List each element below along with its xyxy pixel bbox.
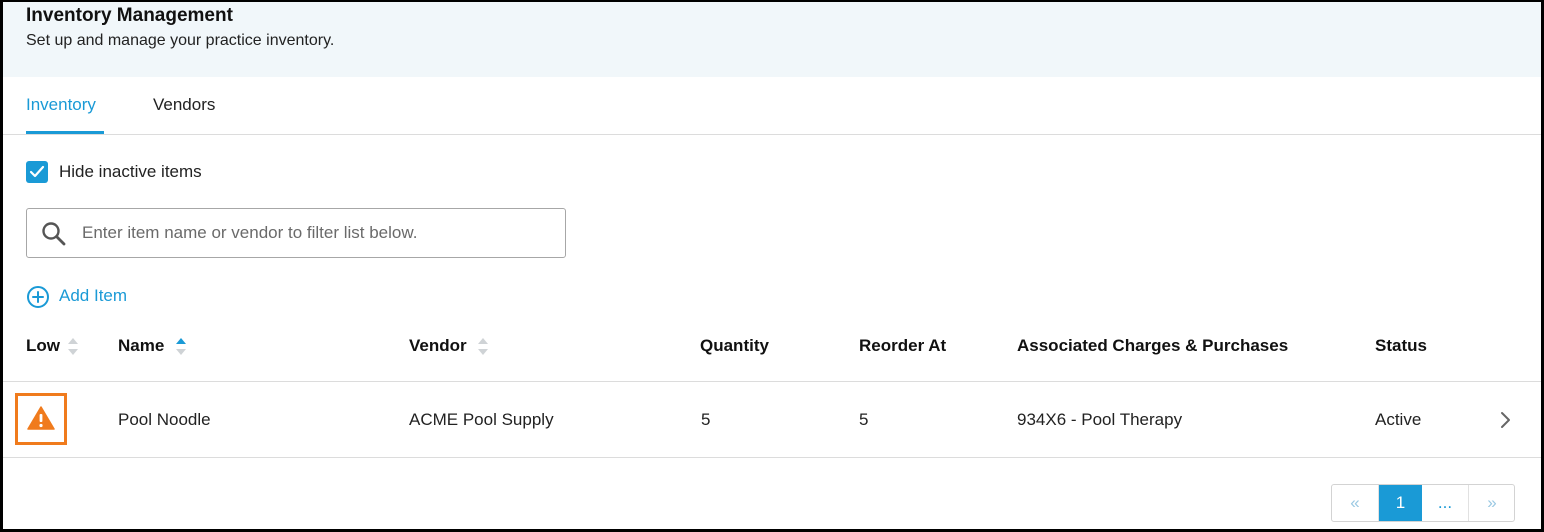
low-stock-indicator bbox=[15, 393, 67, 445]
cell-quantity: 5 bbox=[701, 410, 711, 429]
last-page-button[interactable]: » bbox=[1469, 485, 1515, 521]
warning-icon bbox=[27, 406, 55, 430]
cell-reorder-at: 5 bbox=[859, 410, 869, 429]
checkmark-icon bbox=[29, 165, 45, 178]
chevron-right-icon[interactable] bbox=[1500, 411, 1512, 429]
sort-ascending-icon[interactable] bbox=[175, 336, 187, 358]
sort-icon[interactable] bbox=[477, 336, 489, 358]
column-header-low[interactable]: Low bbox=[26, 336, 60, 356]
add-item-label: Add Item bbox=[59, 286, 128, 305]
tab-inventory[interactable]: Inventory bbox=[26, 95, 104, 134]
column-header-status: Status bbox=[1375, 336, 1427, 355]
search-input[interactable] bbox=[82, 219, 552, 247]
cell-vendor: ACME Pool Supply bbox=[409, 410, 554, 429]
more-pages-button[interactable]: ... bbox=[1422, 485, 1469, 521]
column-header-associated: Associated Charges & Purchases bbox=[1017, 336, 1289, 355]
table-divider bbox=[3, 457, 1541, 458]
column-header-reorder-at: Reorder At bbox=[859, 336, 947, 355]
tab-bar: Inventory Vendors bbox=[3, 77, 1541, 135]
cell-status: Active bbox=[1375, 410, 1422, 429]
first-page-button[interactable]: « bbox=[1332, 485, 1379, 521]
page-title: Inventory Management bbox=[26, 5, 233, 26]
table-divider bbox=[3, 381, 1541, 382]
column-header-quantity: Quantity bbox=[700, 336, 769, 355]
sort-icon[interactable] bbox=[67, 336, 79, 358]
cell-name: Pool Noodle bbox=[118, 410, 211, 429]
hide-inactive-checkbox[interactable] bbox=[26, 161, 48, 183]
page-1-button[interactable]: 1 bbox=[1379, 485, 1422, 521]
column-header-name[interactable]: Name bbox=[118, 336, 164, 356]
add-circle-icon bbox=[27, 286, 49, 308]
inventory-page: Inventory Management Set up and manage y… bbox=[0, 0, 1544, 532]
column-header-vendor[interactable]: Vendor bbox=[409, 336, 467, 356]
hide-inactive-label: Hide inactive items bbox=[59, 162, 202, 181]
search-icon bbox=[42, 222, 66, 246]
page-header: Inventory Management Set up and manage y… bbox=[3, 2, 1541, 77]
tab-vendors[interactable]: Vendors bbox=[153, 95, 215, 134]
page-subtitle: Set up and manage your practice inventor… bbox=[26, 32, 335, 49]
search-box bbox=[26, 208, 566, 258]
cell-associated: 934X6 - Pool Therapy bbox=[1017, 410, 1183, 429]
pagination: « 1 ... » bbox=[1331, 484, 1515, 522]
